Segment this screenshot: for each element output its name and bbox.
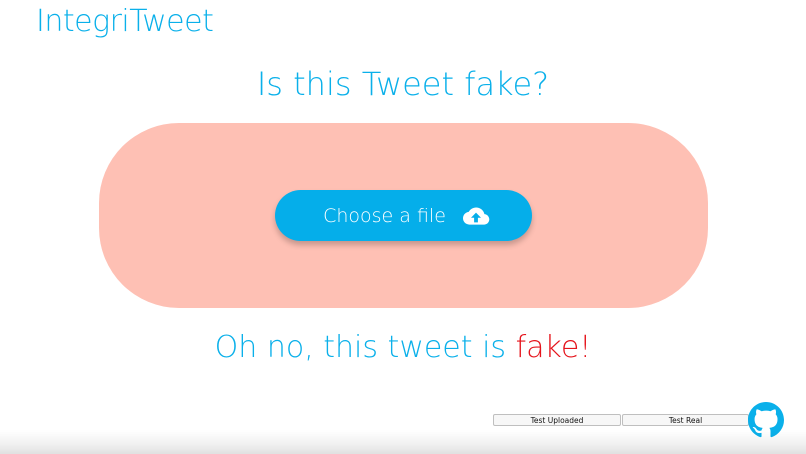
app-logo[interactable]: IntegriTweet bbox=[36, 4, 214, 40]
test-real-button[interactable]: Test Real bbox=[622, 414, 749, 426]
result-suffix: ! bbox=[579, 330, 592, 365]
bottom-shadow bbox=[0, 430, 806, 454]
page-headline: Is this Tweet fake? bbox=[256, 65, 550, 103]
choose-file-button[interactable]: Choose a file bbox=[275, 190, 532, 241]
page: IntegriTweet Is this Tweet fake? Choose … bbox=[0, 0, 806, 454]
cloud-upload-icon bbox=[462, 205, 490, 227]
result-prefix: Oh no, this tweet is bbox=[214, 330, 516, 365]
choose-file-label: Choose a file bbox=[323, 204, 446, 227]
result-verdict: fake bbox=[515, 330, 580, 365]
test-uploaded-button[interactable]: Test Uploaded bbox=[493, 414, 621, 426]
result-message: Oh no, this tweet is fake! bbox=[0, 328, 806, 368]
